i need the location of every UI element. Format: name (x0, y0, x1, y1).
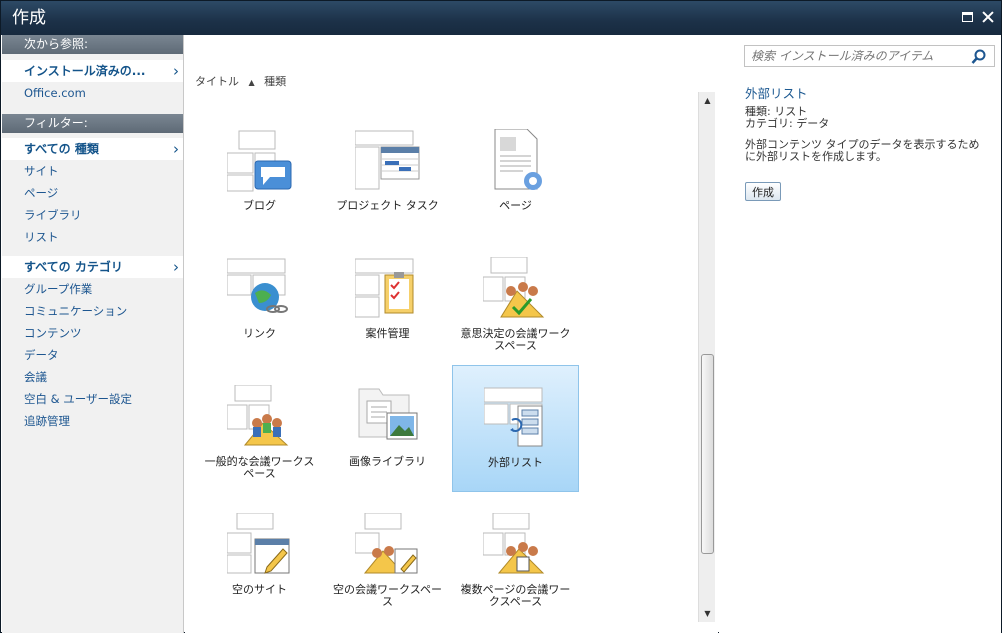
detail-category: カテゴリ: データ (745, 117, 830, 130)
sort-ascending-icon: ▲ (248, 78, 255, 87)
filter-category-collaboration[interactable]: グループ作業 (2, 278, 183, 300)
filter-type-site[interactable]: サイト (2, 160, 183, 182)
project-tasks-icon (355, 130, 420, 190)
tile-external-list[interactable]: 外部リスト (452, 365, 579, 492)
page-icon (494, 129, 542, 190)
links-icon (227, 258, 288, 313)
filter-type-list[interactable]: リスト (2, 226, 183, 248)
tile-links[interactable]: リンク (196, 237, 323, 364)
sort-bar: タイトル ▲ 種類 (195, 73, 292, 89)
tile-picture-library[interactable]: 画像ライブラリ (324, 365, 451, 492)
sidebar: 次から参照: インストール済みの... › Office.com フィルター: … (2, 35, 184, 633)
tile-label: プロジェクト タスク (336, 199, 439, 212)
blog-icon (227, 130, 292, 192)
tile-blank-site[interactable]: 空のサイト (196, 493, 323, 620)
tile-label: 空のサイト (232, 583, 287, 596)
filter-category-blank-custom[interactable]: 空白 & ユーザー設定 (2, 388, 183, 410)
close-button[interactable] (981, 10, 995, 24)
filter-type-library[interactable]: ライブラリ (2, 204, 183, 226)
detail-title: 外部リスト (745, 86, 808, 101)
issue-tracking-icon (355, 258, 414, 318)
chevron-right-icon: › (173, 140, 179, 158)
tile-label: 複数ページの会議ワークスペース (460, 583, 571, 608)
scroll-down-icon[interactable]: ▼ (699, 605, 716, 622)
tile-decision-meeting[interactable]: 意思決定の会議ワークスペース (452, 237, 579, 364)
tile-label: 画像ライブラリ (349, 455, 426, 468)
tile-blog[interactable]: ブログ (196, 109, 323, 236)
scroll-up-icon[interactable]: ▲ (699, 92, 716, 109)
picture-library-icon (358, 388, 418, 440)
filter-all-types[interactable]: すべての 種類 › (2, 138, 183, 160)
search-input[interactable] (744, 45, 995, 67)
tile-label: 空の会議ワークスペース (333, 583, 442, 608)
tile-label: 外部リスト (488, 456, 543, 469)
maximize-icon (962, 12, 973, 22)
tile-label: 意思決定の会議ワークスペース (460, 327, 571, 352)
tile-blank-meeting[interactable]: 空の会議ワークスペース (324, 493, 451, 620)
decision-meeting-icon (483, 257, 545, 318)
chevron-right-icon: › (173, 258, 179, 276)
filter-category-content[interactable]: コンテンツ (2, 322, 183, 344)
filter-all-categories[interactable]: すべての カテゴリ › (2, 256, 183, 278)
detail-pane: 外部リスト 種類: リスト カテゴリ: データ 外部コンテンツ タイプのデータを… (719, 35, 1001, 633)
filter-category-tracking[interactable]: 追跡管理 (2, 410, 183, 432)
filter-category-data[interactable]: データ (2, 344, 183, 366)
template-gallery: タイトル ▲ 種類 ブログ プロジェクト タスク ページ リンク 案件管理 意思… (185, 35, 718, 633)
window-title: 作成 (12, 8, 46, 28)
basic-meeting-icon (227, 385, 289, 446)
gallery-scrollbar[interactable]: ▲ ▼ (698, 92, 715, 622)
browse-installed-label: インストール済みの... (24, 64, 146, 78)
tile-label: 案件管理 (365, 327, 410, 340)
tile-page[interactable]: ページ (452, 109, 579, 236)
tile-label: リンク (243, 327, 276, 340)
title-bar: 作成 (1, 1, 1001, 35)
detail-description: 外部コンテンツ タイプのデータを表示するために外部リストを作成します。 (745, 138, 980, 163)
tile-basic-meeting[interactable]: 一般的な会議ワークスペース (196, 365, 323, 492)
blank-meeting-icon (355, 513, 418, 574)
tile-label: ブログ (243, 199, 276, 212)
scroll-thumb[interactable] (701, 354, 714, 554)
sort-by-title[interactable]: タイトル (195, 75, 239, 88)
filter-category-communication[interactable]: コミュニケーション (2, 300, 183, 322)
search-icon[interactable] (971, 49, 987, 65)
filter-header: フィルター: (2, 114, 183, 133)
tile-project-tasks[interactable]: プロジェクト タスク (324, 109, 451, 236)
tile-issue-tracking[interactable]: 案件管理 (324, 237, 451, 364)
browse-installed[interactable]: インストール済みの... › (2, 60, 183, 82)
filter-type-page[interactable]: ページ (2, 182, 183, 204)
tile-label: ページ (499, 199, 532, 212)
detail-meta: 種類: リスト カテゴリ: データ (745, 106, 829, 130)
maximize-button[interactable] (961, 10, 975, 24)
browse-office-com[interactable]: Office.com (2, 82, 183, 104)
filter-all-types-label: すべての 種類 (24, 142, 99, 156)
chevron-right-icon: › (173, 62, 179, 80)
create-button[interactable]: 作成 (745, 182, 781, 201)
browse-header: 次から参照: (2, 35, 183, 54)
tile-multipage-meeting[interactable]: 複数ページの会議ワークスペース (452, 493, 579, 620)
sort-by-type[interactable]: 種類 (264, 75, 286, 88)
tile-label: 一般的な会議ワークスペース (204, 455, 315, 480)
filter-all-categories-label: すべての カテゴリ (24, 260, 123, 274)
create-dialog: 作成 次から参照: インストール済みの... › Office.com フィルタ… (0, 0, 1002, 633)
multipage-meeting-icon (483, 513, 545, 574)
blank-site-icon (227, 513, 290, 574)
filter-category-meetings[interactable]: 会議 (2, 366, 183, 388)
external-list-icon (484, 387, 543, 447)
